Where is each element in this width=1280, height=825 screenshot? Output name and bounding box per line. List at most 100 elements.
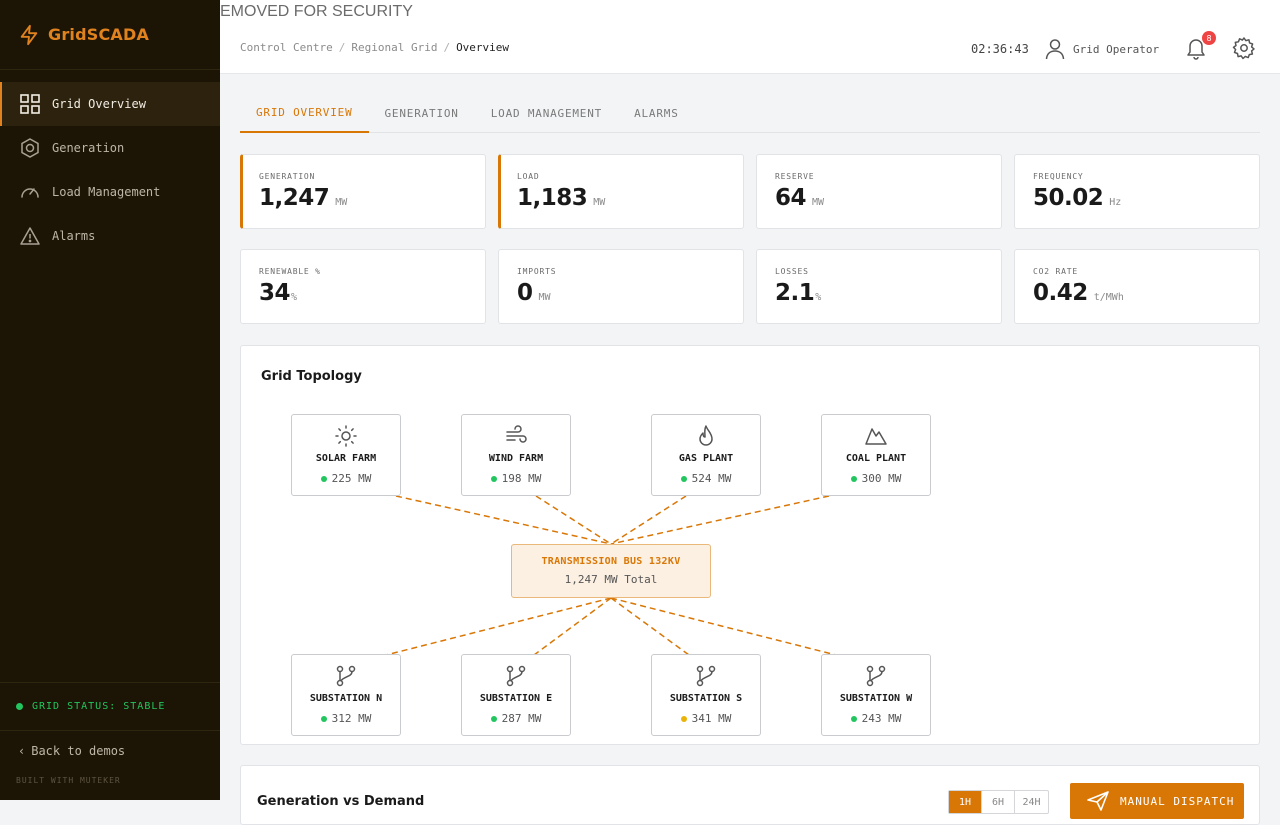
node-value: 198 MW	[501, 472, 542, 485]
kpi-label: GENERATION	[259, 172, 316, 181]
range-1h[interactable]: 1H	[949, 791, 982, 813]
node-gas-plant[interactable]: GAS PLANT 524 MW	[651, 414, 761, 496]
app-name: GridSCADA	[48, 25, 150, 44]
kpi-value: 2.1	[775, 280, 815, 306]
status-dot	[16, 703, 23, 710]
status-dot-warning	[680, 715, 687, 722]
sidebar-item-load-management[interactable]: Load Management	[0, 170, 220, 214]
user-menu[interactable]: Grid Operator	[1045, 38, 1159, 60]
node-name: SUBSTATION N	[309, 693, 383, 704]
branch-icon	[866, 665, 886, 687]
gauge-icon	[20, 182, 40, 202]
notification-badge: 8	[1202, 31, 1216, 45]
node-coal-plant[interactable]: COAL PLANT 300 MW	[821, 414, 931, 496]
grid-status-text: GRID STATUS: STABLE	[32, 701, 166, 712]
range-24h[interactable]: 24H	[1015, 791, 1048, 813]
node-name: SOLAR FARM	[315, 453, 377, 464]
time-range-selector: 1H 6H 24H	[948, 790, 1049, 814]
range-6h[interactable]: 6H	[982, 791, 1015, 813]
status-dot	[320, 475, 327, 482]
kpi-label: RENEWABLE %	[259, 267, 321, 276]
sidebar-item-grid-overview[interactable]: Grid Overview	[0, 82, 220, 126]
clock: 02:36:43	[971, 42, 1029, 56]
settings-button[interactable]	[1232, 36, 1256, 64]
kpi-value: 34	[259, 280, 291, 306]
tab-bar: GRID OVERVIEW GENERATION LOAD MANAGEMENT…	[240, 93, 1260, 133]
sidebar-item-label: Generation	[52, 141, 125, 155]
status-dot	[490, 475, 497, 482]
connection-line	[533, 597, 612, 656]
kpi-label: IMPORTS	[517, 267, 557, 276]
dispatch-label: MANUAL DISPATCH	[1120, 794, 1235, 808]
gear-icon	[1232, 37, 1255, 60]
sidebar-item-generation[interactable]: Generation	[0, 126, 220, 170]
kpi-value: 0.42	[1033, 280, 1088, 306]
kpi-unit: MW	[593, 197, 606, 208]
transmission-bus[interactable]: TRANSMISSION BUS 132KV 1,247 MW Total	[511, 544, 711, 598]
kpi-label: LOSSES	[775, 267, 809, 276]
kpi-value: 1,247	[259, 185, 330, 211]
tab-grid-overview[interactable]: GRID OVERVIEW	[240, 93, 369, 133]
bus-total: 1,247 MW Total	[564, 573, 658, 586]
sidebar-item-label: Grid Overview	[52, 97, 146, 111]
connection-line	[610, 597, 837, 656]
tab-load-management[interactable]: LOAD MANAGEMENT	[475, 93, 618, 133]
kpi-value: 64	[775, 185, 807, 211]
kpi-card-imports: IMPORTS 0 MW	[498, 249, 744, 324]
status-dot	[680, 475, 687, 482]
node-substation-n[interactable]: SUBSTATION N 312 MW	[291, 654, 401, 736]
node-name: SUBSTATION W	[839, 693, 913, 704]
sun-icon	[335, 425, 357, 447]
kpi-card-frequency: FREQUENCY 50.02 Hz	[1014, 154, 1260, 229]
breadcrumb-item[interactable]: Control Centre	[240, 41, 333, 54]
user-icon	[1045, 39, 1065, 60]
kpi-label: RESERVE	[775, 172, 815, 181]
connection-line	[610, 597, 690, 656]
redacted-banner: EMOVED FOR SECURITY	[220, 3, 413, 20]
back-to-demos-link[interactable]: ‹ Back to demos	[18, 744, 125, 758]
kpi-card-reserve: RESERVE 64 MW	[756, 154, 1002, 229]
node-substation-w[interactable]: SUBSTATION W 243 MW	[821, 654, 931, 736]
kpi-card-load: LOAD 1,183 MW	[498, 154, 744, 229]
grid-topology-panel: Grid Topology SOLAR FARM 225 MW WIND FAR…	[240, 345, 1260, 745]
connection-line	[610, 495, 830, 545]
node-value: 243 MW	[861, 712, 902, 725]
sidebar-item-alarms[interactable]: Alarms	[0, 214, 220, 258]
tab-alarms[interactable]: ALARMS	[618, 93, 695, 133]
wind-icon	[506, 425, 527, 443]
tab-generation[interactable]: GENERATION	[369, 93, 475, 133]
topbar: EMOVED FOR SECURITY Control Centre / Regio…	[220, 0, 1280, 74]
built-with-text: BUILT WITH MUTEKER	[16, 776, 121, 785]
grid-icon	[20, 94, 40, 114]
kpi-unit: MW	[538, 292, 551, 303]
status-dot	[850, 715, 857, 722]
kpi-value: 0	[517, 280, 533, 306]
bus-name: TRANSMISSION BUS 132KV	[541, 556, 681, 567]
kpi-card-renewable: RENEWABLE % 34%	[240, 249, 486, 324]
node-substation-e[interactable]: SUBSTATION E 287 MW	[461, 654, 571, 736]
notifications-button[interactable]: 8	[1184, 31, 1216, 64]
manual-dispatch-button[interactable]: MANUAL DISPATCH	[1070, 783, 1244, 819]
kpi-card-losses: LOSSES 2.1%	[756, 249, 1002, 324]
node-name: WIND FARM	[488, 453, 544, 464]
kpi-unit: %	[291, 292, 298, 303]
node-wind-farm[interactable]: WIND FARM 198 MW	[461, 414, 571, 496]
kpi-unit: %	[815, 292, 822, 303]
node-substation-s[interactable]: SUBSTATION S 341 MW	[651, 654, 761, 736]
node-value: 225 MW	[331, 472, 372, 485]
generation-vs-demand-panel: Generation vs Demand 1H 6H 24H MANUAL DI…	[240, 765, 1260, 825]
kpi-value: 50.02	[1033, 185, 1104, 211]
back-label: Back to demos	[31, 744, 126, 758]
kpi-value: 1,183	[517, 185, 588, 211]
logo[interactable]: GridSCADA	[0, 0, 220, 70]
sidebar-item-label: Load Management	[52, 185, 161, 199]
node-value: 300 MW	[861, 472, 902, 485]
breadcrumb-item[interactable]: Regional Grid	[351, 41, 437, 54]
connection-line	[395, 495, 612, 545]
status-dot	[850, 475, 857, 482]
node-solar-farm[interactable]: SOLAR FARM 225 MW	[291, 414, 401, 496]
kpi-label: FREQUENCY	[1033, 172, 1084, 181]
user-name: Grid Operator	[1073, 42, 1160, 56]
node-name: SUBSTATION E	[479, 693, 553, 704]
kpi-card-generation: GENERATION 1,247 MW	[240, 154, 486, 229]
